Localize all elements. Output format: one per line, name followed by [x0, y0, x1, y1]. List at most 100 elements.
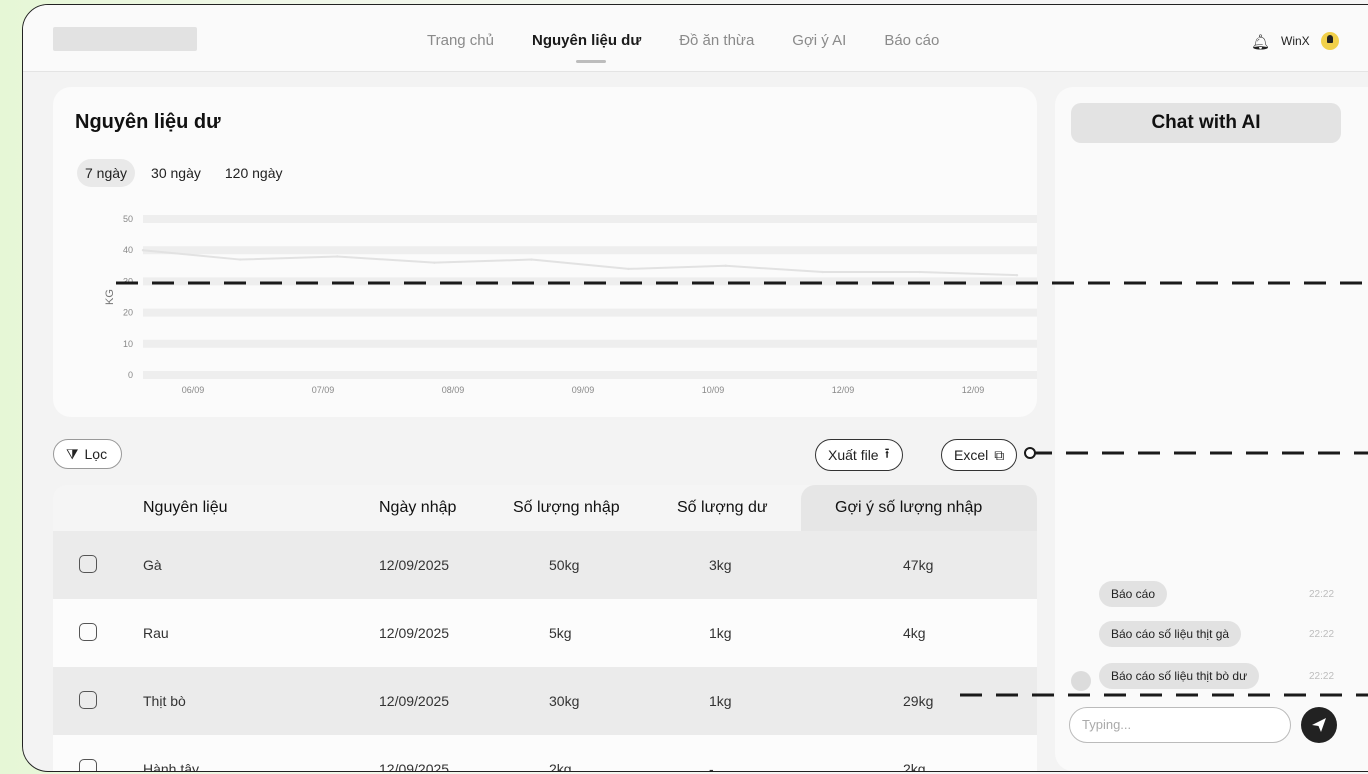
table-body: Gà 12/09/2025 50kg 3kg 47kg Rau 12/09/2025 5kg 1… [53, 531, 1037, 772]
main-nav: Trang chủ Nguyên liệu dư Đồ ăn thừa Gợi … [427, 32, 977, 63]
row-checkbox[interactable] [79, 691, 97, 709]
chat-message: Báo cáo [1099, 581, 1168, 607]
series-point [724, 264, 727, 267]
bell-icon[interactable]: 🔔︎ [1251, 33, 1270, 51]
col-import-qty[interactable]: Số lượng nhập [513, 499, 620, 517]
y-tick-label: 30 [123, 276, 133, 286]
nav-item-leftover-food[interactable]: Đồ ăn thừa [679, 32, 754, 49]
series-point [141, 249, 145, 252]
cell-import-date: 12/09/2025 [379, 693, 450, 709]
y-axis-label: KG [104, 289, 116, 305]
x-tick-label: 09/09 [572, 385, 595, 395]
nav-item-home[interactable]: Trang chủ [427, 32, 494, 49]
x-tick-label: 12/09 [832, 385, 855, 395]
cell-import-qty: 2kg [549, 761, 572, 772]
cell-import-date: 12/09/2025 [379, 557, 450, 573]
range-selector: 7 ngày 30 ngày 120 ngày [77, 159, 290, 187]
series-point [336, 255, 339, 258]
row-checkbox[interactable] [79, 759, 97, 771]
cell-import-date: 12/09/2025 [379, 625, 450, 641]
nav-item-ai-suggestions[interactable]: Gợi ý AI [792, 32, 846, 49]
cell-leftover-qty: 3kg [709, 557, 732, 573]
send-button[interactable] [1301, 707, 1337, 743]
series-point [238, 258, 242, 261]
export-file-button[interactable]: Xuất file ⭱ [815, 439, 903, 471]
page-title: Nguyên liệu dư [75, 111, 221, 133]
series-point [530, 258, 533, 261]
x-tick-label: 12/09 [962, 385, 985, 395]
x-tick-label: 08/09 [442, 385, 465, 395]
table-row[interactable]: Hành tây 12/09/2025 2kg - 2kg [53, 735, 1037, 772]
ai-avatar [1071, 671, 1091, 691]
chat-input[interactable]: Typing... [1069, 707, 1291, 743]
cell-suggested-qty: 4kg [903, 625, 926, 641]
cell-ingredient: Rau [143, 625, 169, 641]
row-checkbox[interactable] [79, 623, 97, 641]
y-tick-label: 50 [123, 214, 133, 224]
logo-placeholder [53, 27, 197, 51]
y-tick-label: 40 [123, 245, 133, 255]
filter-label: Lọc [84, 446, 108, 462]
nav-item-reports[interactable]: Báo cáo [884, 32, 939, 49]
top-navbar: Trang chủ Nguyên liệu dư Đồ ăn thừa Gợi … [23, 5, 1368, 72]
chat-time: 22:22 [1309, 589, 1335, 600]
chat-message: Báo cáo số liệu thịt gà [1099, 621, 1242, 647]
table-row[interactable]: Thịt bò 12/09/2025 30kg 1kg 29kg [53, 667, 1037, 735]
chat-time: 22:22 [1309, 629, 1335, 640]
cell-suggested-qty: 29kg [903, 693, 934, 709]
series-point [1015, 273, 1019, 277]
table-header: Nguyên liệu Ngày nhập Số lượng nhập Số l… [53, 485, 1037, 531]
user-name[interactable]: WinX [1281, 34, 1310, 48]
cell-leftover-qty: 1kg [709, 693, 732, 709]
series-point [918, 270, 922, 274]
send-icon [1312, 718, 1326, 732]
x-tick-label: 10/09 [702, 385, 725, 395]
excel-label: Excel [954, 447, 989, 463]
leftover-line-chart: 0 10 20 30 40 50 KG 06/09 07/09 08/09 09/09 10/09 12… [104, 214, 1037, 395]
cell-ingredient: Thịt bò [143, 693, 186, 709]
col-leftover-qty[interactable]: Số lượng dư [677, 499, 768, 517]
series-point [433, 261, 436, 264]
export-label: Xuất file [828, 447, 879, 463]
chat-time: 22:22 [1309, 671, 1335, 682]
cell-import-qty: 30kg [549, 693, 580, 709]
cell-ingredient: Gà [143, 557, 162, 573]
col-import-date[interactable]: Ngày nhập [379, 499, 456, 517]
range-7-days[interactable]: 7 ngày [77, 159, 136, 187]
row-checkbox[interactable] [79, 555, 97, 573]
cell-suggested-qty: 47kg [903, 557, 934, 573]
cell-leftover-qty: 1kg [709, 625, 732, 641]
col-ingredient[interactable]: Nguyên liệu [143, 499, 228, 517]
cell-suggested-qty: 2kg [903, 761, 926, 772]
cell-leftover-qty: - [709, 761, 714, 772]
cell-import-date: 12/09/2025 [379, 761, 450, 772]
chat-message: Báo cáo số liệu thịt bò dư [1099, 663, 1260, 689]
chat-panel: Chat with AI Báo cáo 22:22 Báo cáo số li… [1055, 87, 1368, 771]
y-tick-label: 20 [123, 308, 133, 318]
filter-icon: ⧩ [66, 446, 79, 462]
chat-title: Chat with AI [1071, 103, 1341, 143]
cell-ingredient: Hành tây [143, 761, 200, 772]
y-tick-label: 0 [128, 370, 133, 380]
nav-item-leftover-ingredients[interactable]: Nguyên liệu dư [532, 32, 641, 63]
avatar[interactable] [1321, 32, 1339, 50]
upload-icon: ⭱ [884, 445, 890, 461]
copy-icon: ⧉ [994, 446, 1005, 463]
x-tick-label: 06/09 [182, 385, 205, 395]
series-point [821, 270, 824, 274]
series-point [627, 267, 630, 271]
col-suggested-qty[interactable]: Gợi ý số lượng nhập [835, 499, 982, 517]
range-30-days[interactable]: 30 ngày [143, 159, 209, 187]
table-row[interactable]: Rau 12/09/2025 5kg 1kg 4kg [53, 599, 1037, 667]
range-120-days[interactable]: 120 ngày [217, 159, 291, 187]
cell-import-qty: 5kg [549, 625, 572, 641]
x-tick-label: 07/09 [312, 385, 335, 395]
y-tick-label: 10 [123, 339, 133, 349]
excel-button[interactable]: Excel ⧉ [941, 439, 1018, 471]
cell-import-qty: 50kg [549, 557, 580, 573]
filter-button[interactable]: ⧩ Lọc [53, 439, 123, 469]
chart-card: Nguyên liệu dư 7 ngày 30 ngày 120 ngày 0… [53, 87, 1037, 417]
app-frame: Trang chủ Nguyên liệu dư Đồ ăn thừa Gợi … [22, 4, 1368, 772]
ingredient-table: Nguyên liệu Ngày nhập Số lượng nhập Số l… [53, 485, 1037, 772]
table-row[interactable]: Gà 12/09/2025 50kg 3kg 47kg [53, 531, 1037, 599]
